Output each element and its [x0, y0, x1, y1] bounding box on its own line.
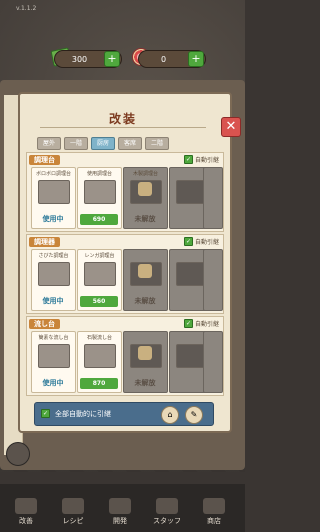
item-card[interactable]: ボロボロ調理台 使用中: [31, 167, 76, 229]
item-card-partial: [203, 331, 223, 393]
item-name: 簡素な流し台: [38, 335, 69, 341]
lock-icon: [138, 346, 152, 360]
item-name: レンガ調理台: [84, 253, 115, 259]
lock-icon: [138, 182, 152, 196]
nav-staff[interactable]: スタッフ: [147, 498, 187, 526]
item-status: 未解放: [134, 379, 156, 387]
nav-label: スタッフ: [153, 517, 181, 525]
add-gem-button[interactable]: +: [188, 51, 204, 67]
item-card[interactable]: 石製流し台 870: [77, 331, 122, 393]
auto-label: 自動引継: [194, 321, 219, 328]
auto-toggle[interactable]: ✓ 自動引継: [183, 237, 219, 246]
item-card[interactable]: 簡素な流し台 使用中: [31, 331, 76, 393]
gem-value: 0: [160, 54, 167, 64]
auto-inherit-bar: ✓ 全部自動的に引継 ⌂ ✎: [34, 402, 214, 426]
lock-icon: [138, 264, 152, 278]
section-title: 調理器: [29, 237, 60, 247]
item-image: [38, 344, 70, 368]
item-image: [84, 180, 116, 204]
close-button[interactable]: ✕: [221, 117, 241, 137]
section-sink: 流し台 ✓ 自動引継 簡素な流し台 使用中 石製流し台 870 未解放: [26, 316, 224, 396]
development-icon: [109, 498, 131, 514]
section-title: 流し台: [29, 319, 60, 329]
item-status: 使用中: [42, 379, 64, 387]
title-divider: [40, 127, 206, 128]
item-image: [84, 262, 116, 286]
checkbox[interactable]: ✓: [183, 155, 193, 164]
version-label: v.1.1.2: [16, 5, 37, 12]
checkbox[interactable]: ✓: [183, 319, 193, 328]
side-button[interactable]: [6, 442, 30, 466]
item-card[interactable]: 使用調理台 690: [77, 167, 122, 229]
nav-renovation[interactable]: 改善: [6, 498, 46, 526]
auto-inherit-label: 全部自動的に引継: [55, 410, 111, 418]
item-status: 未解放: [134, 215, 156, 223]
add-money-button[interactable]: +: [104, 51, 120, 67]
nav-development[interactable]: 開発: [100, 498, 140, 526]
auto-inherit-checkbox[interactable]: ✓: [41, 409, 50, 418]
staff-icon: [156, 498, 178, 514]
nav-label: 商店: [207, 517, 221, 525]
bottom-nav: 改善 レシピ 開発 スタッフ 商店: [0, 484, 245, 532]
panel-title: 改装: [108, 112, 137, 126]
tab-seating[interactable]: 客席: [118, 137, 142, 150]
buy-price-button[interactable]: 560: [80, 296, 118, 307]
item-name: ボロボロ調理台: [35, 171, 71, 177]
buy-price-button[interactable]: 690: [80, 214, 118, 225]
item-card-locked[interactable]: 木製調理台 未解放: [123, 167, 168, 229]
item-image: [38, 262, 70, 286]
tab-outdoor[interactable]: 屋外: [37, 137, 61, 150]
item-card-partial: [203, 167, 223, 229]
nav-recipe[interactable]: レシピ: [53, 498, 93, 526]
item-card[interactable]: レンガ調理台 560: [77, 249, 122, 311]
section-title: 調理台: [29, 155, 60, 165]
item-image: [84, 344, 116, 368]
item-status: 使用中: [42, 297, 64, 305]
item-card-partial: [203, 249, 223, 311]
upgrade-icon[interactable]: ⌂: [161, 406, 179, 424]
item-card[interactable]: さびた調理台 使用中: [31, 249, 76, 311]
item-name: 木製調理台: [132, 171, 158, 177]
section-counter: 調理台 ✓ 自動引継 ボロボロ調理台 使用中 使用調理台 690 木製調理台 未解…: [26, 152, 224, 232]
shop-icon: [203, 498, 225, 514]
item-image: [38, 180, 70, 204]
item-status: 未解放: [134, 297, 156, 305]
item-card-locked[interactable]: 未解放: [123, 331, 168, 393]
auto-toggle[interactable]: ✓ 自動引継: [183, 319, 219, 328]
buy-price-button[interactable]: 870: [80, 378, 118, 389]
recipe-icon: [62, 498, 84, 514]
tab-kitchen[interactable]: 厨房: [91, 137, 115, 150]
auto-label: 自動引継: [194, 239, 219, 246]
tab-second-floor[interactable]: 二階: [145, 137, 169, 150]
section-stove: 調理器 ✓ 自動引継 さびた調理台 使用中 レンガ調理台 560 未解放: [26, 234, 224, 314]
auto-toggle[interactable]: ✓ 自動引継: [183, 155, 219, 164]
nav-label: レシピ: [62, 517, 84, 525]
item-card-locked[interactable]: 未解放: [123, 249, 168, 311]
nav-label: 開発: [113, 517, 127, 525]
money-value: 300: [71, 54, 88, 64]
item-status: 使用中: [42, 215, 64, 223]
item-name: さびた調理台: [38, 253, 69, 259]
renovation-icon: [15, 498, 37, 514]
gem-counter: 0 +: [138, 50, 206, 68]
edit-icon[interactable]: ✎: [185, 406, 203, 424]
money-counter: 300 +: [54, 50, 122, 68]
checkbox[interactable]: ✓: [183, 237, 193, 246]
nav-label: 改善: [19, 517, 33, 525]
item-name: 石製流し台: [86, 335, 112, 341]
nav-shop[interactable]: 商店: [194, 498, 234, 526]
item-name: 使用調理台: [86, 171, 112, 177]
category-tabs: 屋外 一階 厨房 客席 二階: [37, 137, 169, 150]
auto-label: 自動引継: [194, 157, 219, 164]
tab-first-floor[interactable]: 一階: [64, 137, 88, 150]
